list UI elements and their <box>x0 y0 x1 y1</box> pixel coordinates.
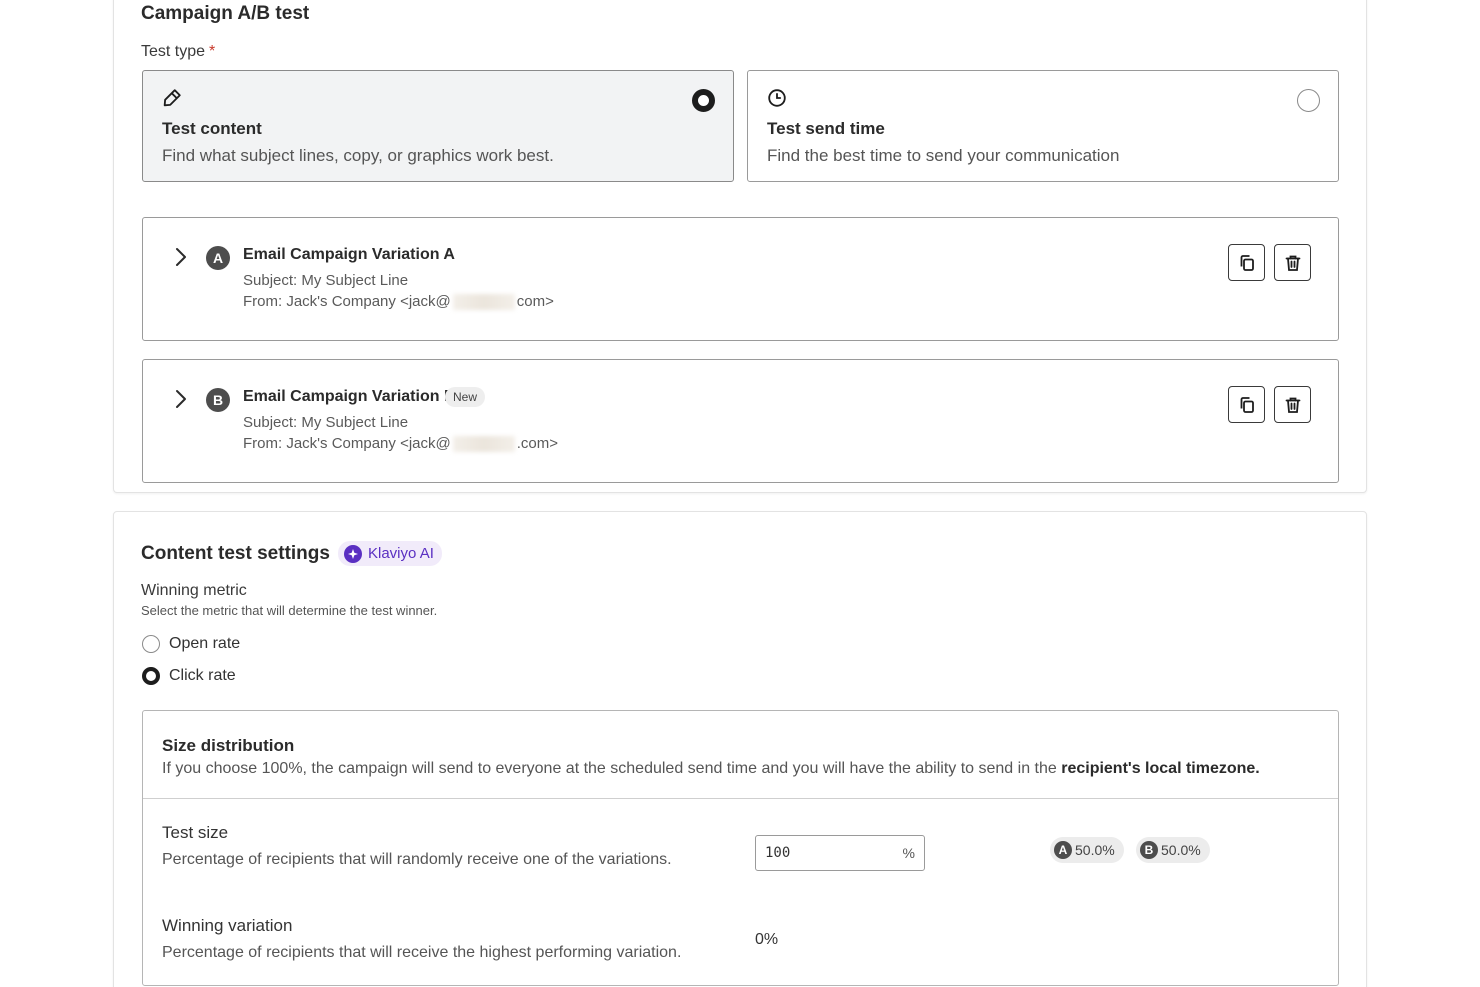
option-desc: Find the best time to send your communic… <box>767 146 1120 165</box>
from-suffix: .com> <box>516 435 558 452</box>
test-size-desc: Percentage of recipients that will rando… <box>162 851 672 868</box>
variation-badge: A <box>206 246 230 270</box>
winning-metric-help: Select the metric that will determine th… <box>141 603 438 618</box>
size-distribution-desc: If you choose 100%, the campaign will se… <box>162 760 1260 778</box>
radio-test-send-time[interactable] <box>1297 89 1320 112</box>
winning-variation-value: 0% <box>755 931 779 948</box>
metric-click-rate[interactable]: Click rate <box>142 667 236 685</box>
klaviyo-ai-badge: Klaviyo AI <box>338 541 442 566</box>
variation-subject: Subject: My Subject Line <box>243 272 409 289</box>
content-test-settings-card: Content test settings Klaviyo AI Winning… <box>113 511 1367 987</box>
variation-name: Email Campaign Variation A <box>243 246 455 263</box>
winning-metric-label: Winning metric <box>141 582 247 599</box>
option-test-content[interactable]: Test content Find what subject lines, co… <box>142 70 734 182</box>
ab-test-title: Campaign A/B test <box>141 3 310 24</box>
test-type-label-text: Test type <box>141 43 206 60</box>
delete-button[interactable] <box>1274 386 1311 423</box>
variation-row-b[interactable]: B Email Campaign Variation B New Subject… <box>142 359 1339 483</box>
split-value: 50.0% <box>1161 842 1201 858</box>
split-badge: A <box>1054 841 1072 859</box>
new-tag: New <box>445 387 486 407</box>
from-prefix: From: Jack's Company <jack@ <box>243 435 451 452</box>
percent-suffix: % <box>902 845 915 861</box>
split-pill-a: A 50.0% <box>1050 837 1124 863</box>
from-suffix: com> <box>516 293 554 310</box>
size-distribution-box: Size distribution If you choose 100%, th… <box>142 710 1339 986</box>
winning-variation-label: Winning variation <box>162 916 293 935</box>
radio-click-rate[interactable] <box>142 667 160 685</box>
variation-from: From: Jack's Company <jack@ .com> <box>243 435 558 453</box>
duplicate-icon <box>1240 396 1254 413</box>
chevron-right-icon[interactable] <box>173 386 189 412</box>
metric-label: Click rate <box>169 667 236 684</box>
size-distribution-header: Size distribution If you choose 100%, th… <box>143 711 1338 799</box>
pencil-icon <box>163 89 181 107</box>
split-badge: B <box>1140 841 1158 859</box>
test-size-input[interactable] <box>765 845 885 861</box>
option-desc: Find what subject lines, copy, or graphi… <box>162 146 554 165</box>
split-pill-b: B 50.0% <box>1136 837 1210 863</box>
duplicate-icon <box>1240 254 1254 271</box>
metric-open-rate[interactable]: Open rate <box>142 635 240 653</box>
trash-icon <box>1285 255 1300 271</box>
metric-label: Open rate <box>169 635 241 652</box>
desc-prefix: If you choose 100%, the campaign will se… <box>162 760 1062 777</box>
variation-row-a[interactable]: A Email Campaign Variation A Subject: My… <box>142 217 1339 341</box>
chevron-right-icon[interactable] <box>173 244 189 270</box>
variation-from: From: Jack's Company <jack@ com> <box>243 293 554 311</box>
option-title: Test send time <box>767 119 885 138</box>
sparkle-icon <box>344 544 362 563</box>
desc-bold[interactable]: recipient's local timezone. <box>1061 760 1260 777</box>
clock-icon <box>768 89 786 107</box>
radio-open-rate[interactable] <box>142 635 160 653</box>
split-value: 50.0% <box>1075 842 1115 858</box>
test-size-input-wrapper[interactable]: % <box>755 835 925 871</box>
redacted-domain <box>452 436 515 453</box>
variation-badge: B <box>206 388 230 412</box>
settings-title: Content test settings <box>141 543 330 564</box>
option-test-send-time[interactable]: Test send time Find the best time to sen… <box>747 70 1339 182</box>
ai-badge-label: Klaviyo AI <box>368 545 434 562</box>
trash-icon <box>1285 397 1300 413</box>
test-type-label: Test type * <box>141 43 215 61</box>
option-title: Test content <box>162 119 262 138</box>
ab-test-card: Campaign A/B test Test type * Test conten… <box>113 0 1367 493</box>
radio-test-content[interactable] <box>692 89 715 112</box>
test-size-label: Test size <box>162 823 229 842</box>
redacted-domain <box>452 294 515 311</box>
variation-name: Email Campaign Variation B <box>243 388 456 405</box>
size-distribution-title: Size distribution <box>162 736 295 755</box>
winning-variation-desc: Percentage of recipients that will recei… <box>162 944 682 961</box>
from-prefix: From: Jack's Company <jack@ <box>243 293 451 310</box>
required-mark: * <box>209 43 216 60</box>
variation-subject: Subject: My Subject Line <box>243 414 409 431</box>
duplicate-button[interactable] <box>1228 244 1265 281</box>
delete-button[interactable] <box>1274 244 1311 281</box>
duplicate-button[interactable] <box>1228 386 1265 423</box>
